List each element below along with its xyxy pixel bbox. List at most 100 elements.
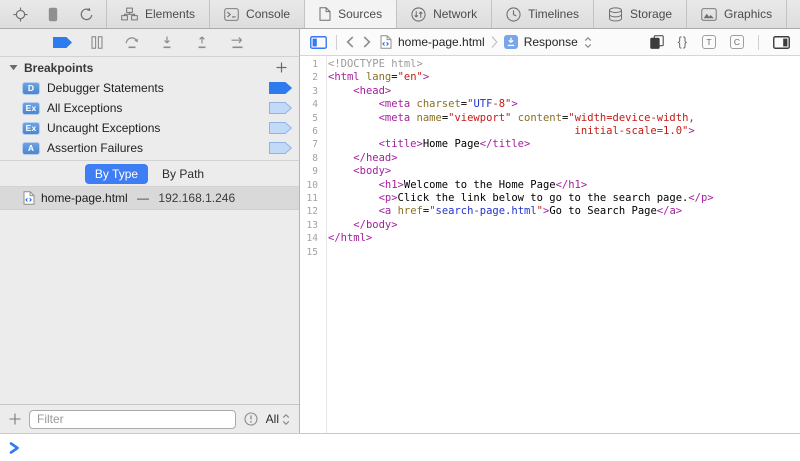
toolbar-right-buttons xyxy=(787,0,800,28)
pretty-print-button[interactable]: {} xyxy=(678,35,688,49)
code-token: > xyxy=(423,71,429,83)
code-line[interactable]: 5 <meta name="viewport" content="width=d… xyxy=(300,112,800,125)
code-token: > xyxy=(688,125,694,137)
code-line[interactable]: 11 <p>Click the link below to go to the … xyxy=(300,192,800,205)
code-line[interactable]: 9 <body> xyxy=(300,165,800,178)
line-number: 9 xyxy=(300,165,322,178)
filter-scope-dropdown[interactable]: All xyxy=(266,412,290,426)
step-over-button[interactable] xyxy=(122,35,142,51)
code-line[interactable]: 15 xyxy=(300,246,800,259)
source-code-editor[interactable]: 1<!DOCTYPE html>2<html lang="en">3 <head… xyxy=(300,56,800,433)
code-coverage-button-letter: C xyxy=(730,35,744,49)
resource-list: home-page.html — 192.168.1.246 xyxy=(0,187,299,210)
code-token xyxy=(328,179,379,191)
web-inspector-window: Elements Console Sources Network Timelin… xyxy=(0,0,800,461)
code-line[interactable]: 3 <head> xyxy=(300,85,800,98)
filter-add-button[interactable] xyxy=(9,413,21,425)
debugger-sidebar: Breakpoints D Debugger Statements Ex All… xyxy=(0,29,300,433)
device-settings-button[interactable] xyxy=(42,3,64,25)
code-line[interactable]: 1<!DOCTYPE html> xyxy=(300,58,800,71)
breakpoint-item[interactable]: D Debugger Statements xyxy=(0,78,299,98)
content-navigation-bar: home-page.html Response {} TC xyxy=(300,29,800,56)
breakpoints-section: Breakpoints D Debugger Statements Ex All… xyxy=(0,57,299,161)
filter-input[interactable] xyxy=(29,410,236,429)
code-line[interactable]: 4 <meta charset="UTF-8"> xyxy=(300,98,800,111)
code-line[interactable]: 2<html lang="en"> xyxy=(300,71,800,84)
type-profiler-button[interactable]: T xyxy=(702,35,716,49)
code-line[interactable]: 8 </head> xyxy=(300,152,800,165)
breakpoints-header[interactable]: Breakpoints xyxy=(0,57,299,78)
tab-sources[interactable]: Sources xyxy=(304,0,396,28)
toggle-right-sidebar-button[interactable] xyxy=(773,36,790,49)
tab-storage[interactable]: Storage xyxy=(593,0,686,28)
code-token xyxy=(328,192,379,204)
code-line[interactable]: 10 <h1>Welcome to the Home Page</h1> xyxy=(300,179,800,192)
toggle-left-sidebar-button[interactable] xyxy=(310,36,327,49)
pause-button[interactable] xyxy=(87,35,107,51)
quick-console[interactable] xyxy=(0,433,800,461)
breakpoint-item[interactable]: Ex Uncaught Exceptions xyxy=(0,118,299,138)
breadcrumb-file-name[interactable]: home-page.html xyxy=(398,35,485,49)
tab-timelines[interactable]: Timelines xyxy=(491,0,593,28)
code-token: <meta xyxy=(379,112,411,124)
sidebar-empty-area xyxy=(0,210,299,404)
error-filter-button[interactable] xyxy=(244,412,258,426)
step-out-button[interactable] xyxy=(192,35,212,51)
code-token: Click the link below to go to the search… xyxy=(398,192,689,204)
toggle-breakpoints-button[interactable] xyxy=(52,35,72,51)
disclosure-triangle-icon[interactable] xyxy=(9,64,18,71)
content-navbar-buttons: {} TC xyxy=(650,35,790,50)
step-next-button[interactable] xyxy=(227,35,247,51)
add-breakpoint-button[interactable] xyxy=(272,59,290,77)
tab-label: Timelines xyxy=(528,7,579,21)
network-icon xyxy=(411,7,426,22)
code-token: </title> xyxy=(480,138,531,150)
line-number: 11 xyxy=(300,192,322,205)
code-token: </head> xyxy=(353,152,397,164)
tab-elements[interactable]: Elements xyxy=(106,0,209,28)
code-token xyxy=(328,152,353,164)
updown-chevrons-icon[interactable] xyxy=(584,36,592,49)
tab-network[interactable]: Network xyxy=(396,0,491,28)
step-out-icon xyxy=(195,36,209,49)
resource-item[interactable]: home-page.html — 192.168.1.246 xyxy=(0,187,299,210)
sidebar-right-icon xyxy=(773,36,790,49)
tab-graphics[interactable]: Graphics xyxy=(686,0,787,28)
breakpoint-badge: A xyxy=(22,142,40,155)
line-number: 13 xyxy=(300,219,322,232)
breakpoint-toggle-icon[interactable] xyxy=(269,82,292,94)
line-number: 5 xyxy=(300,112,322,125)
code-token xyxy=(328,165,353,177)
breakpoint-toggle-icon[interactable] xyxy=(269,122,292,134)
scope-by-type-button[interactable]: By Type xyxy=(85,164,148,184)
breadcrumb-section[interactable]: Response xyxy=(524,35,578,49)
reload-button[interactable] xyxy=(75,3,97,25)
code-token: Home Page xyxy=(423,138,480,150)
elements-icon xyxy=(121,7,138,21)
breakpoint-item[interactable]: A Assertion Failures xyxy=(0,138,299,158)
breakpoint-toggle-icon[interactable] xyxy=(269,142,292,154)
tab-label: Elements xyxy=(145,7,195,21)
code-line[interactable]: 6 initial-scale=1.0"> xyxy=(300,125,800,138)
code-line[interactable]: 13 </body> xyxy=(300,219,800,232)
inspect-element-button[interactable] xyxy=(9,3,31,25)
code-line[interactable]: 14</html> xyxy=(300,232,800,245)
sidebar-left-icon xyxy=(310,36,327,49)
code-line[interactable]: 12 <a href="search-page.html">Go to Sear… xyxy=(300,205,800,218)
tab-console[interactable]: Console xyxy=(209,0,304,28)
breakpoint-toggle-icon[interactable] xyxy=(269,102,292,114)
breakpoint-item[interactable]: Ex All Exceptions xyxy=(0,98,299,118)
code-line[interactable]: 7 <title>Home Page</title> xyxy=(300,138,800,151)
copy-button[interactable] xyxy=(650,35,664,49)
line-number: 14 xyxy=(300,232,322,245)
more-tabs-button[interactable] xyxy=(794,3,800,25)
line-number: 15 xyxy=(300,246,322,259)
scope-by-path-button[interactable]: By Path xyxy=(152,164,214,184)
forward-button[interactable] xyxy=(363,36,371,48)
step-into-button[interactable] xyxy=(157,35,177,51)
pretty-print-button-glyph: {} xyxy=(678,35,688,49)
line-number: 12 xyxy=(300,205,322,218)
breakpoints-flag-icon xyxy=(53,37,72,48)
code-coverage-button[interactable]: C xyxy=(730,35,744,49)
back-button[interactable] xyxy=(346,36,354,48)
